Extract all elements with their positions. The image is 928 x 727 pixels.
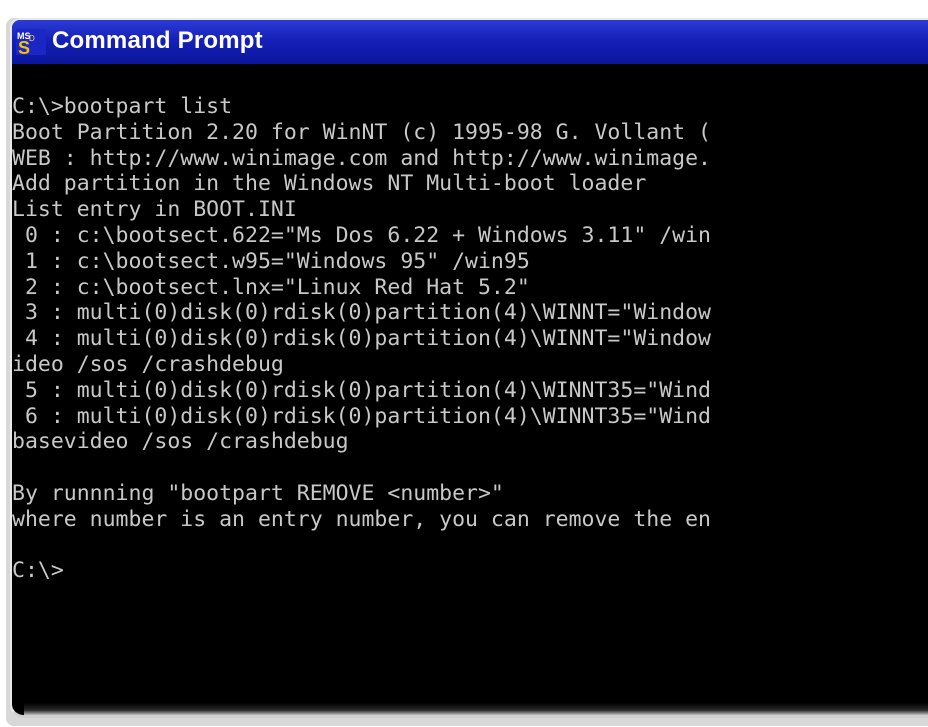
command-prompt-icon[interactable]: MS S D	[16, 29, 46, 58]
console-area[interactable]: C:\>bootpart list Boot Partition 2.20 for…	[12, 64, 928, 715]
screenshot: MS S D Command Prompt C:\>bootpart list B…	[0, 0, 928, 727]
console-line: 4 : multi(0)disk(0)rdisk(0)partition(4)\…	[12, 326, 711, 352]
console-line: where number is an entry number, you can…	[12, 506, 711, 532]
console-line: C:\>bootpart list	[12, 94, 233, 119]
console-line: WEB : http://www.winimage.com and http:/…	[12, 145, 711, 171]
console-line: 1 : c:\bootsect.w95="Windows 95" /win95	[12, 248, 530, 274]
console-line: Add partition in the Windows NT Multi-bo…	[12, 171, 647, 197]
window-bottom-border	[24, 703, 928, 715]
title-bar[interactable]: MS S D Command Prompt	[12, 20, 928, 64]
console-line: C:\>	[12, 558, 64, 584]
console-line: ideo /sos /crashdebug	[12, 351, 284, 377]
console-line: basevideo /sos /crashdebug	[12, 429, 349, 455]
console-line: List entry in BOOT.INI	[12, 197, 297, 223]
console-line: 0 : c:\bootsect.622="Ms Dos 6.22 + Windo…	[12, 222, 711, 248]
command-prompt-window[interactable]: MS S D Command Prompt C:\>bootpart list B…	[10, 18, 928, 718]
window-title: Command Prompt	[52, 27, 263, 54]
console-line: Boot Partition 2.20 for WinNT (c) 1995-9…	[12, 119, 711, 145]
console-line: 2 : c:\bootsect.lnx="Linux Red Hat 5.2"	[12, 274, 530, 300]
console-line: 6 : multi(0)disk(0)rdisk(0)partition(4)\…	[12, 403, 711, 429]
console-line: 5 : multi(0)disk(0)rdisk(0)partition(4)\…	[12, 377, 711, 403]
svg-text:D: D	[29, 34, 35, 43]
console-line: 3 : multi(0)disk(0)rdisk(0)partition(4)\…	[12, 300, 711, 326]
console-output[interactable]: C:\>bootpart list Boot Partition 2.20 for…	[12, 94, 711, 584]
console-line: By runnning "bootpart REMOVE <number>"	[12, 480, 504, 506]
